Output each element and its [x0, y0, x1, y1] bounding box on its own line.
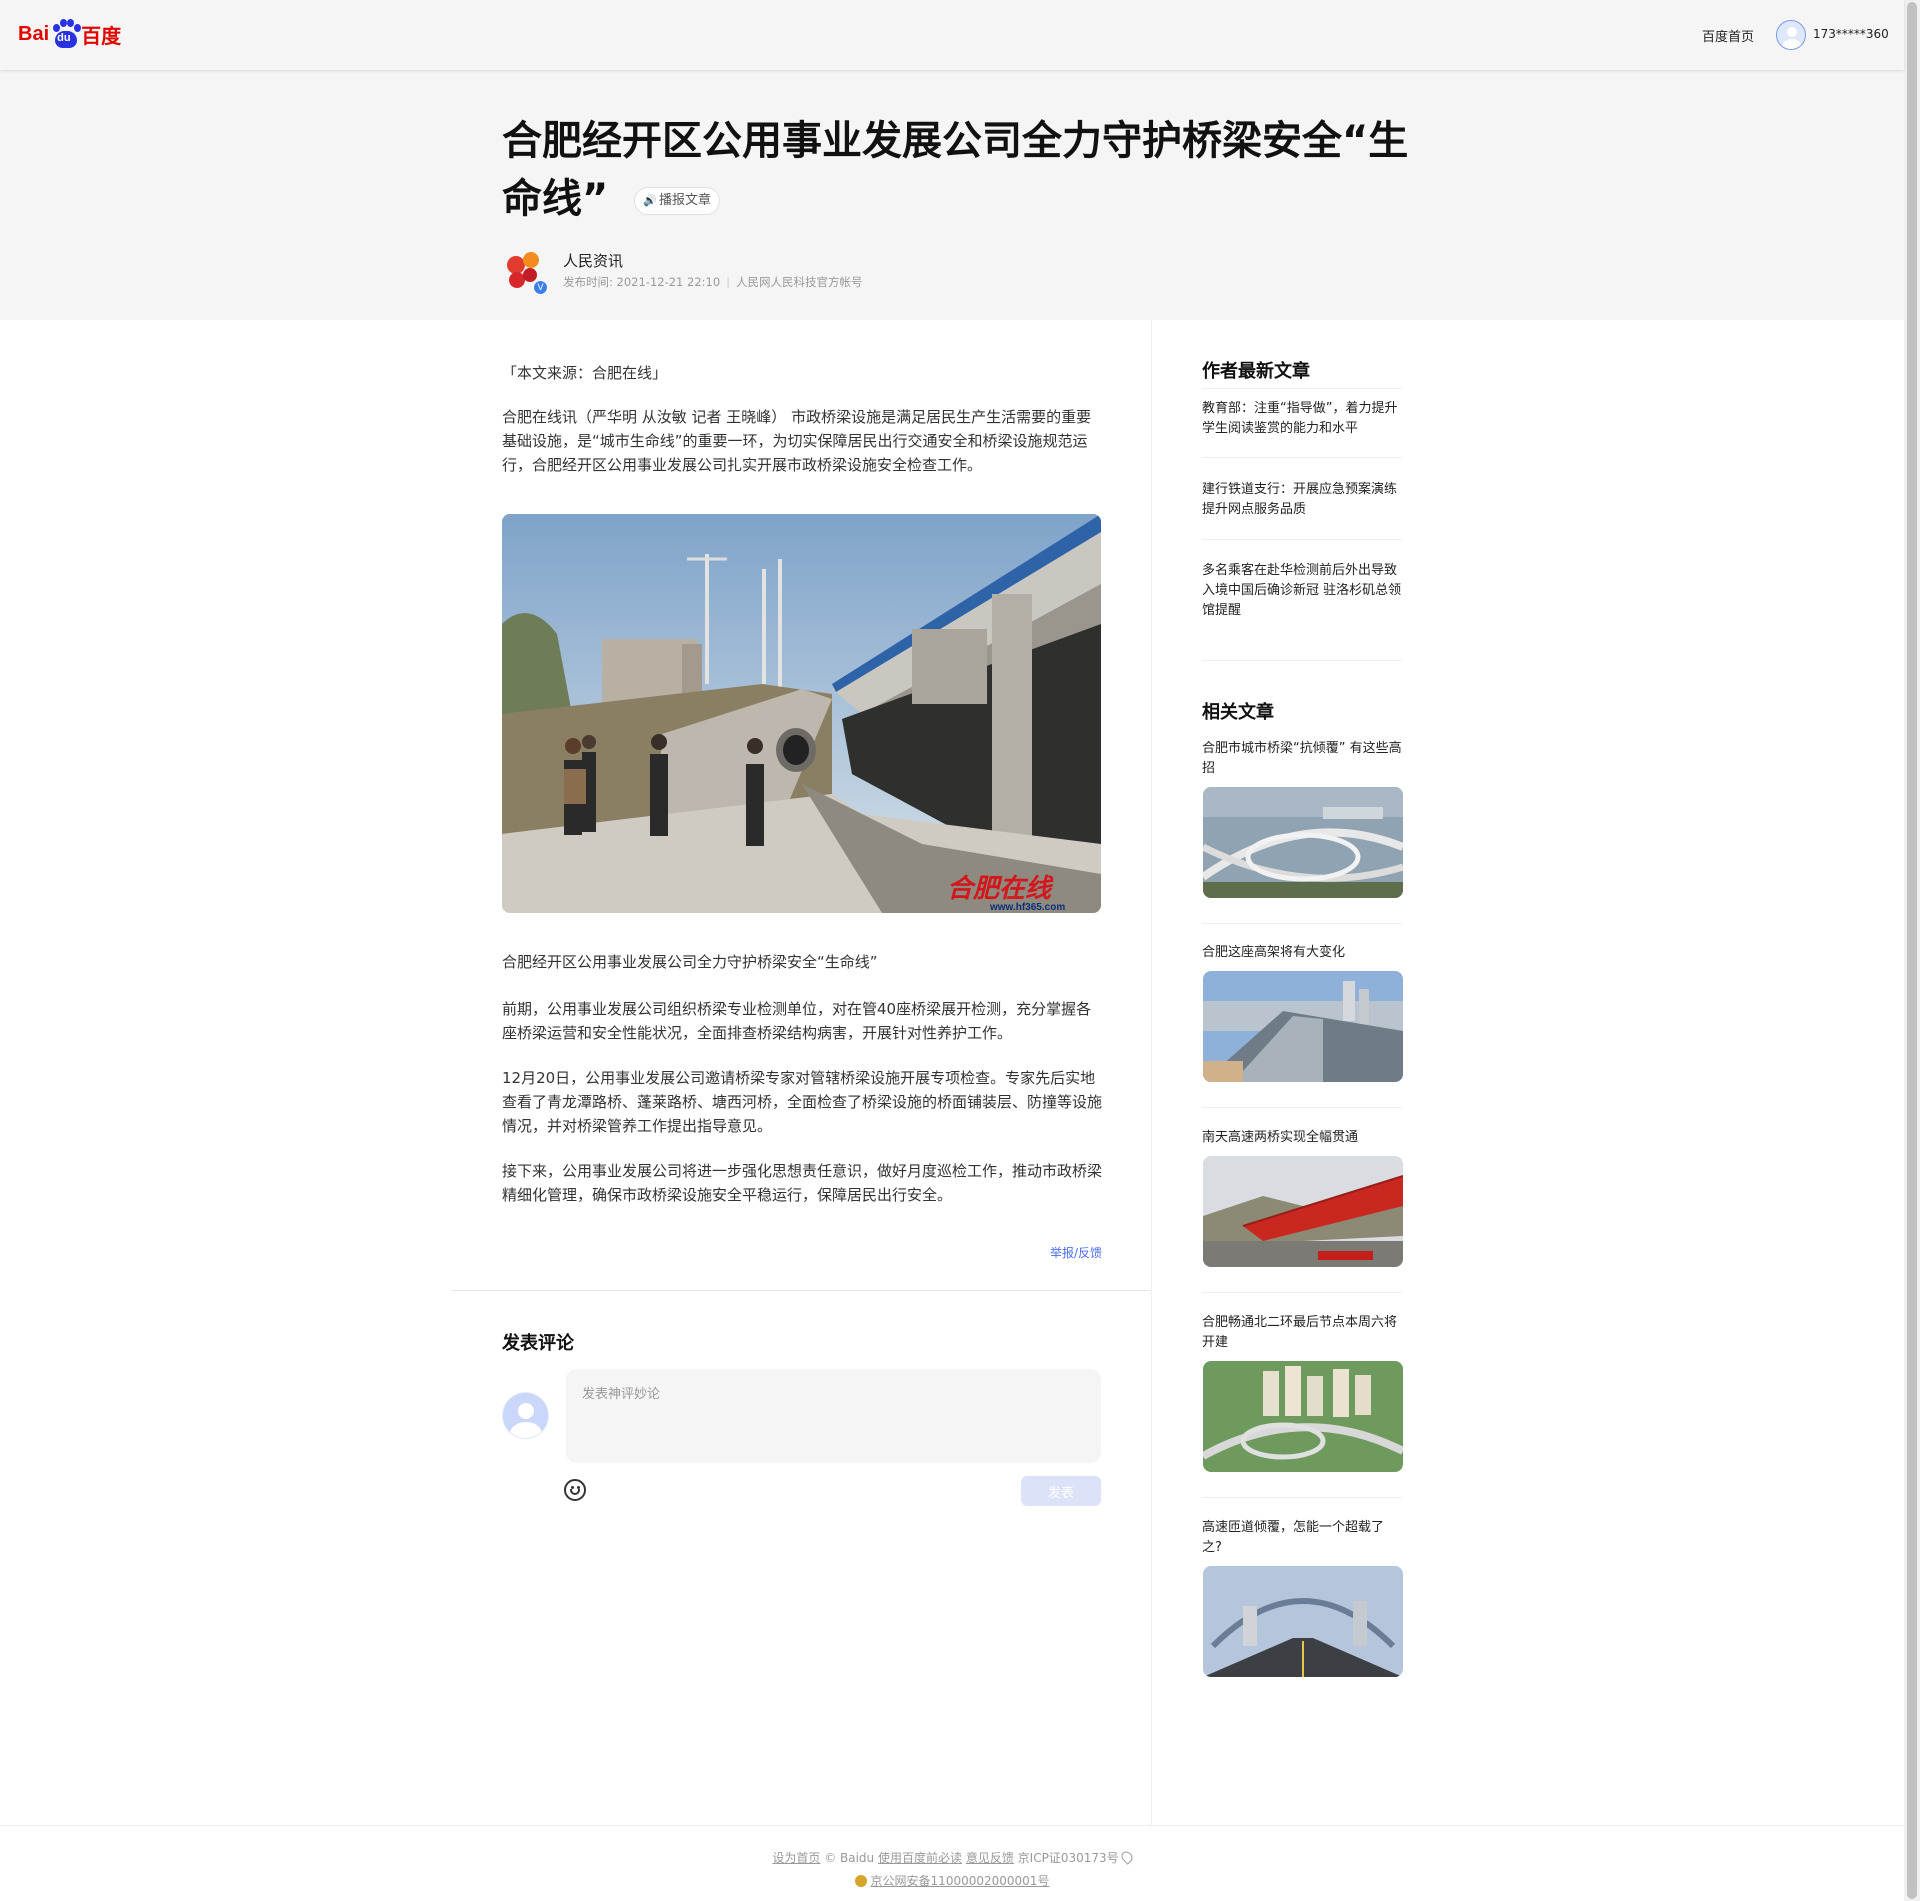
latest-article-item[interactable]: 建行铁道支行：开展应急预案演练 提升网点服务品质	[1202, 480, 1402, 520]
related-article-thumbnail[interactable]	[1203, 971, 1403, 1082]
related-article-thumbnail[interactable]	[1203, 1156, 1403, 1267]
must-read-link[interactable]: 使用百度前必读	[878, 1851, 962, 1865]
related-article-thumbnail[interactable]	[1203, 1361, 1403, 1472]
logo-du-text: du	[57, 32, 71, 44]
footer-divider	[0, 1825, 1904, 1826]
copyright-text: © Baidu	[824, 1851, 875, 1865]
article-paragraph: 12月20日，公用事业发展公司邀请桥梁专家对管辖桥梁设施开展专项检查。专家先后实…	[502, 1069, 1103, 1135]
related-article-title[interactable]: 合肥畅通北二环最后节点本周六将开建	[1202, 1313, 1402, 1353]
sidebar-divider	[1202, 1497, 1402, 1498]
baidu-home-link[interactable]: 百度首页	[1702, 26, 1754, 45]
related-article-title[interactable]: 南天高速两桥实现全幅贯通	[1202, 1128, 1402, 1148]
related-article-title[interactable]: 高速匝道倾覆，怎能一个超载了之?	[1202, 1518, 1402, 1558]
article-paragraph: 前期，公用事业发展公司组织桥梁专业检测单位，对在管40座桥梁展开检测，充分掌握各…	[502, 1000, 1092, 1042]
icp-text: 京ICP证030173号	[1017, 1851, 1119, 1865]
related-article-thumbnail[interactable]	[1203, 1566, 1403, 1677]
user-name[interactable]: 173*****360	[1813, 27, 1889, 41]
image-watermark-url: www.hf365.com	[989, 902, 1065, 913]
article-image[interactable]: 合肥在线 www.hf365.com	[502, 514, 1101, 913]
author-name[interactable]: 人民资讯	[563, 250, 623, 271]
send-comment-button[interactable]: 发表	[1021, 1476, 1101, 1506]
paw-icon: du	[50, 19, 82, 49]
logo-bai-text: Bai	[18, 22, 50, 45]
comment-section-title: 发表评论	[502, 1333, 574, 1354]
listen-article-button[interactable]: 🔊 播报文章	[634, 187, 721, 215]
scrollbar-thumb[interactable]	[1907, 2, 1917, 1899]
location-icon	[1118, 1849, 1135, 1865]
verified-icon: V	[533, 280, 548, 295]
article-title: 合肥经开区公用事业发展公司全力守护桥梁安全“生命线” 🔊 播报文章	[502, 112, 1422, 228]
latest-article-item[interactable]: 教育部：注重“指导做”，着力提升学生阅读鉴赏的能力和水平	[1202, 399, 1402, 439]
article-paragraph: 合肥在线讯（严华明 从汝敏 记者 王晓峰） 市政桥梁设施是满足居民生产生活需要的…	[502, 408, 1092, 474]
column-divider	[1151, 320, 1152, 1825]
sidebar-divider	[1202, 1107, 1402, 1108]
user-avatar[interactable]	[1776, 20, 1806, 50]
publish-time: 发布时间: 2021-12-21 22:10	[563, 275, 721, 289]
related-article-title[interactable]: 合肥这座高架将有大变化	[1202, 943, 1402, 963]
sidebar-divider	[1202, 923, 1402, 924]
sidebar-divider	[1202, 457, 1402, 458]
footer-police: 京公网安备11000002000001号	[0, 1872, 1904, 1889]
listen-article-label: 播报文章	[659, 193, 712, 208]
footer-links: 设为首页 © Baidu 使用百度前必读 意见反馈 京ICP证030173号	[0, 1849, 1904, 1866]
sidebar-divider	[1202, 1292, 1402, 1293]
latest-article-item[interactable]: 多名乘客在赴华检测前后外出导致入境中国后确诊新冠 驻洛杉矶总领馆提醒	[1202, 561, 1402, 621]
sidebar-divider	[1202, 660, 1402, 661]
sidebar-divider	[1202, 539, 1402, 540]
related-articles-heading: 相关文章	[1202, 702, 1274, 723]
article-source: 「本文来源：合肥在线」	[502, 364, 668, 382]
page-scrollbar[interactable]	[1904, 0, 1920, 1901]
feedback-link[interactable]: 意见反馈	[966, 1851, 1014, 1865]
sidebar-divider	[1202, 388, 1402, 389]
emoji-icon[interactable]	[564, 1479, 586, 1501]
report-feedback-link[interactable]: 举报/反馈	[1050, 1244, 1102, 1261]
related-article-title[interactable]: 合肥市城市桥梁“抗倾覆” 有这些高招	[1202, 739, 1402, 779]
latest-articles-heading: 作者最新文章	[1202, 361, 1310, 382]
police-record-link[interactable]: 京公网安备11000002000001号	[871, 1874, 1050, 1888]
commenter-avatar	[502, 1392, 549, 1439]
set-home-link[interactable]: 设为首页	[772, 1851, 820, 1865]
author-avatar[interactable]: V	[505, 250, 548, 295]
comment-divider	[452, 1290, 1151, 1291]
logo-cn-text: 百度	[81, 23, 122, 48]
publish-meta: 发布时间: 2021-12-21 22:10 | 人民网人民科技官方帐号	[563, 275, 863, 289]
account-desc: 人民网人民科技官方帐号	[736, 275, 863, 289]
baidu-logo[interactable]: Bai du 百度	[18, 16, 121, 52]
related-article-thumbnail[interactable]	[1203, 787, 1403, 898]
police-badge-icon	[854, 1875, 867, 1887]
article-paragraph: 接下来，公用事业发展公司将进一步强化思想责任意识，做好月度巡检工作，推动市政桥梁…	[502, 1162, 1103, 1204]
speaker-icon: 🔊	[643, 194, 657, 207]
image-watermark: 合肥在线	[947, 874, 1054, 904]
comment-input[interactable]	[566, 1369, 1101, 1463]
top-bar: Bai du 百度 百度首页 173*****360	[0, 0, 1904, 70]
image-caption: 合肥经开区公用事业发展公司全力守护桥梁安全“生命线”	[502, 953, 878, 971]
article-header: 合肥经开区公用事业发展公司全力守护桥梁安全“生命线” 🔊 播报文章 V 人民资讯 发…	[0, 70, 1904, 320]
